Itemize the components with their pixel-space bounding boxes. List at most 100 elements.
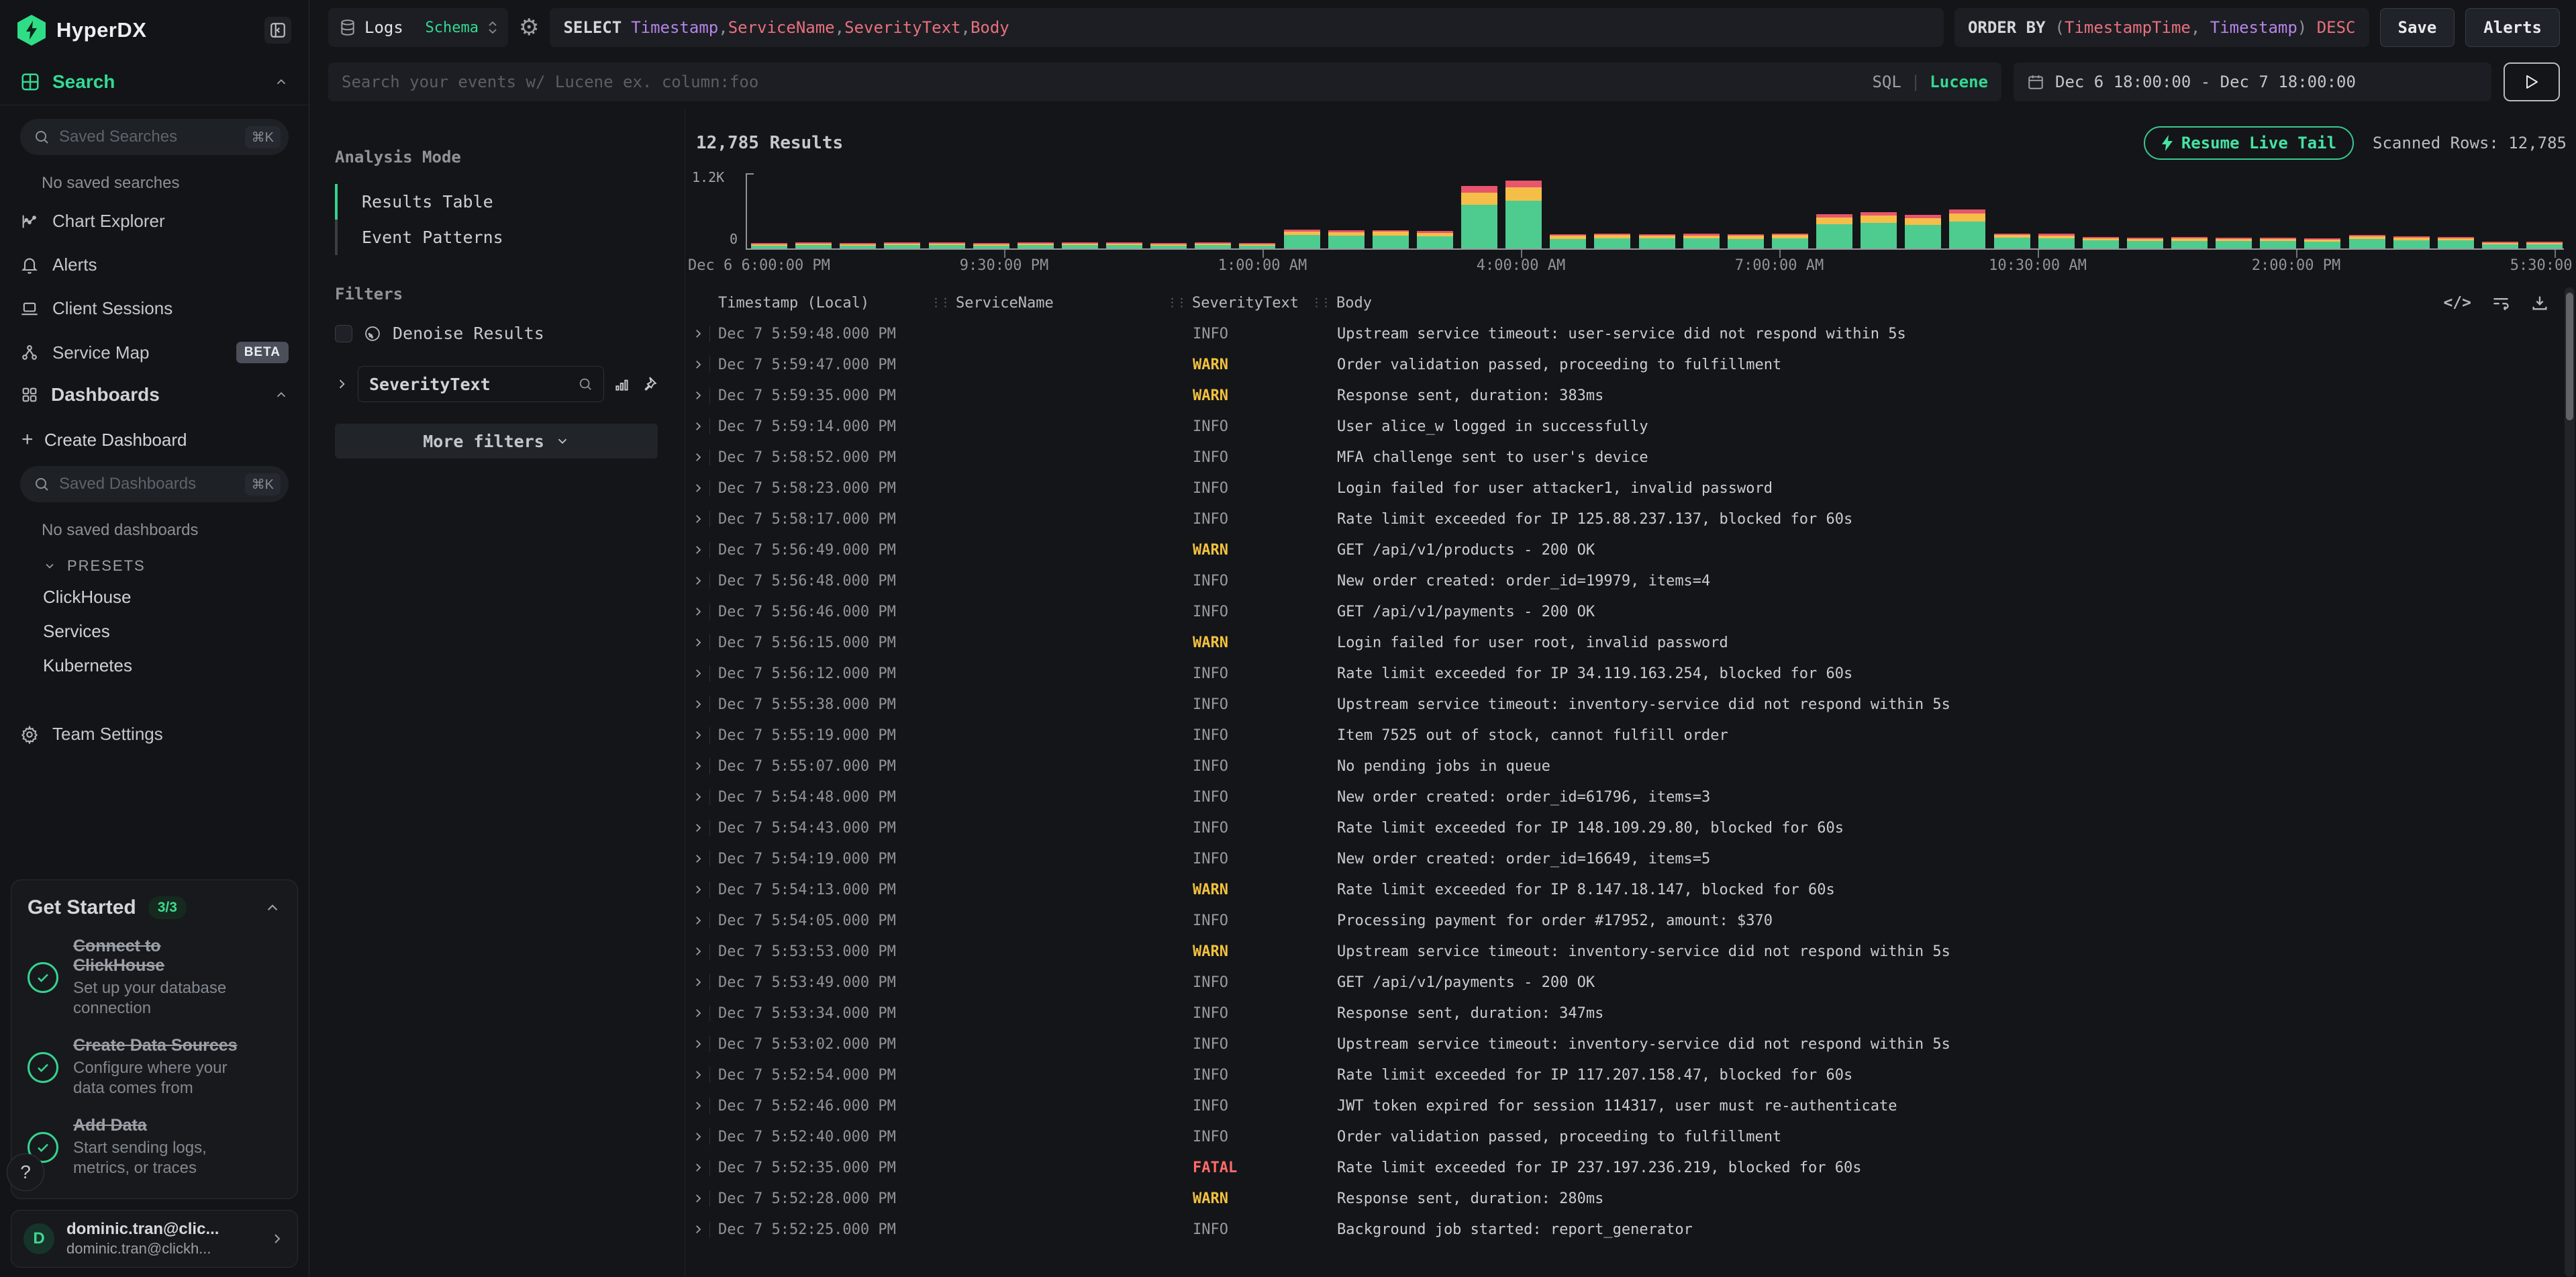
expand-row-icon[interactable] — [692, 914, 709, 927]
expand-row-icon[interactable] — [692, 359, 709, 371]
denoise-checkbox[interactable] — [335, 325, 352, 342]
expand-row-icon[interactable] — [692, 667, 709, 679]
get-started-item[interactable]: Connect to ClickHouseSet up your databas… — [28, 937, 281, 1019]
preset-item[interactable]: ClickHouse — [0, 580, 309, 614]
log-row[interactable]: Dec 7 5:52:46.000 PMINFOJWT token expire… — [685, 1090, 2576, 1121]
get-started-item[interactable]: Add DataStart sending logs, metrics, or … — [28, 1116, 281, 1178]
expand-row-icon[interactable] — [692, 698, 709, 710]
expand-row-icon[interactable] — [692, 729, 709, 741]
denoise-results-row[interactable]: Denoise Results — [335, 324, 658, 343]
log-row[interactable]: Dec 7 5:53:49.000 PMINFOGET /api/v1/paym… — [685, 967, 2576, 998]
expand-row-icon[interactable] — [692, 1069, 709, 1081]
expand-row-icon[interactable] — [692, 513, 709, 525]
log-row[interactable]: Dec 7 5:58:17.000 PMINFORate limit excee… — [685, 504, 2576, 534]
alerts-button[interactable]: Alerts — [2465, 8, 2560, 47]
source-select[interactable]: Logs Schema — [328, 8, 508, 47]
log-row[interactable]: Dec 7 5:52:40.000 PMINFOOrder validation… — [685, 1121, 2576, 1152]
search-input[interactable] — [342, 73, 1872, 91]
expand-row-icon[interactable] — [692, 822, 709, 834]
expand-row-icon[interactable] — [692, 1162, 709, 1174]
mode-event-patterns[interactable]: Event Patterns — [335, 220, 658, 255]
expand-row-icon[interactable] — [692, 1131, 709, 1143]
expand-row-icon[interactable] — [692, 328, 709, 340]
source-settings-gear-icon[interactable]: ⚙ — [519, 14, 539, 41]
chart-plot[interactable] — [746, 173, 2564, 250]
drag-handle-icon[interactable]: ⋮⋮ — [930, 296, 949, 310]
expand-row-icon[interactable] — [692, 853, 709, 865]
log-row[interactable]: Dec 7 5:54:19.000 PMINFONew order create… — [685, 843, 2576, 874]
save-button[interactable]: Save — [2380, 8, 2455, 47]
get-started-item[interactable]: Create Data SourcesConfigure where your … — [28, 1036, 281, 1098]
sidebar-section-dashboards[interactable]: Dashboards — [0, 375, 309, 418]
expand-row-icon[interactable] — [692, 1100, 709, 1112]
log-row[interactable]: Dec 7 5:54:05.000 PMINFOProcessing payme… — [685, 905, 2576, 936]
saved-dashboards-pill[interactable]: ⌘K — [20, 466, 289, 502]
log-row[interactable]: Dec 7 5:53:02.000 PMINFOUpstream service… — [685, 1029, 2576, 1059]
order-by-editor[interactable]: ORDER BY (TimestampTime, Timestamp) DESC — [1954, 8, 2369, 47]
create-dashboard-button[interactable]: + Create Dashboard — [0, 418, 309, 457]
expand-row-icon[interactable] — [692, 482, 709, 494]
expand-row-icon[interactable] — [692, 1007, 709, 1019]
log-row[interactable]: Dec 7 5:53:34.000 PMINFOResponse sent, d… — [685, 998, 2576, 1029]
scrollbar-thumb[interactable] — [2566, 293, 2573, 420]
expand-row-icon[interactable] — [692, 760, 709, 772]
log-row[interactable]: Dec 7 5:59:14.000 PMINFOUser alice_w log… — [685, 411, 2576, 442]
column-header-timestamp[interactable]: Timestamp (Local) — [692, 295, 930, 312]
help-button[interactable]: ? — [7, 1153, 44, 1191]
event-search-bar[interactable]: SQL | Lucene — [328, 62, 2001, 101]
chevron-up-icon[interactable] — [264, 899, 281, 916]
sql-mode-toggle[interactable]: SQL — [1872, 73, 1901, 91]
log-row[interactable]: Dec 7 5:56:49.000 PMWARNGET /api/v1/prod… — [685, 534, 2576, 565]
column-header-body[interactable]: ⋮⋮ Body — [1311, 295, 2516, 312]
expand-row-icon[interactable] — [692, 606, 709, 618]
saved-searches-input[interactable] — [59, 128, 245, 146]
log-row[interactable]: Dec 7 5:59:35.000 PMWARNResponse sent, d… — [685, 380, 2576, 411]
expand-row-icon[interactable] — [692, 1038, 709, 1050]
log-row[interactable]: Dec 7 5:58:52.000 PMINFOMFA challenge se… — [685, 442, 2576, 473]
log-row[interactable]: Dec 7 5:54:43.000 PMINFORate limit excee… — [685, 812, 2576, 843]
resume-live-tail-button[interactable]: Resume Live Tail — [2144, 126, 2354, 160]
bar-chart-icon[interactable] — [613, 375, 631, 393]
sidebar-item-chart-explorer[interactable]: Chart Explorer — [0, 199, 309, 243]
view-source-icon[interactable]: </> — [2443, 294, 2471, 312]
log-row[interactable]: Dec 7 5:59:48.000 PMINFOUpstream service… — [685, 318, 2576, 349]
log-row[interactable]: Dec 7 5:56:12.000 PMINFORate limit excee… — [685, 658, 2576, 689]
sidebar-item-alerts[interactable]: Alerts — [0, 243, 309, 287]
preset-item[interactable]: Services — [0, 614, 309, 649]
log-row[interactable]: Dec 7 5:55:19.000 PMINFOItem 7525 out of… — [685, 720, 2576, 751]
expand-row-icon[interactable] — [692, 791, 709, 803]
log-row[interactable]: Dec 7 5:58:23.000 PMINFOLogin failed for… — [685, 473, 2576, 504]
log-row[interactable]: Dec 7 5:55:38.000 PMINFOUpstream service… — [685, 689, 2576, 720]
log-row[interactable]: Dec 7 5:56:15.000 PMWARNLogin failed for… — [685, 627, 2576, 658]
lucene-mode-toggle[interactable]: Lucene — [1930, 73, 1988, 91]
expand-row-icon[interactable] — [692, 1192, 709, 1204]
chevron-right-icon[interactable] — [335, 377, 348, 391]
download-icon[interactable] — [2530, 293, 2549, 312]
log-row[interactable]: Dec 7 5:59:47.000 PMWARNOrder validation… — [685, 349, 2576, 380]
expand-row-icon[interactable] — [692, 1223, 709, 1235]
log-row[interactable]: Dec 7 5:54:48.000 PMINFONew order create… — [685, 782, 2576, 812]
log-row[interactable]: Dec 7 5:52:35.000 PMFATALRate limit exce… — [685, 1152, 2576, 1183]
results-histogram[interactable]: 1.2K 0 Dec 6 6:00:00 PM9:30:00 PM1:00:00… — [685, 168, 2568, 274]
table-scrollbar[interactable] — [2565, 287, 2575, 1277]
expand-row-icon[interactable] — [692, 420, 709, 432]
saved-dashboards-input[interactable] — [59, 475, 245, 493]
sidebar-item-client-sessions[interactable]: Client Sessions — [0, 287, 309, 330]
log-row[interactable]: Dec 7 5:52:25.000 PMINFOBackground job s… — [685, 1214, 2576, 1245]
expand-row-icon[interactable] — [692, 976, 709, 988]
log-row[interactable]: Dec 7 5:55:07.000 PMINFONo pending jobs … — [685, 751, 2576, 782]
wrap-lines-icon[interactable] — [2491, 293, 2510, 312]
sidebar-section-search[interactable]: Search — [0, 58, 309, 105]
expand-row-icon[interactable] — [692, 389, 709, 401]
sidebar-item-service-map[interactable]: Service Map BETA — [0, 330, 309, 375]
expand-row-icon[interactable] — [692, 575, 709, 587]
log-row[interactable]: Dec 7 5:52:28.000 PMWARNResponse sent, d… — [685, 1183, 2576, 1214]
pin-icon[interactable] — [640, 375, 658, 393]
expand-row-icon[interactable] — [692, 636, 709, 649]
preset-item[interactable]: Kubernetes — [0, 649, 309, 683]
log-row[interactable]: Dec 7 5:56:46.000 PMINFOGET /api/v1/paym… — [685, 596, 2576, 627]
log-row[interactable]: Dec 7 5:53:53.000 PMWARNUpstream service… — [685, 936, 2576, 967]
drag-handle-icon[interactable]: ⋮⋮ — [1311, 296, 1330, 310]
date-range-picker[interactable]: Dec 6 18:00:00 - Dec 7 18:00:00 — [2014, 62, 2491, 101]
log-row[interactable]: Dec 7 5:52:54.000 PMINFORate limit excee… — [685, 1059, 2576, 1090]
